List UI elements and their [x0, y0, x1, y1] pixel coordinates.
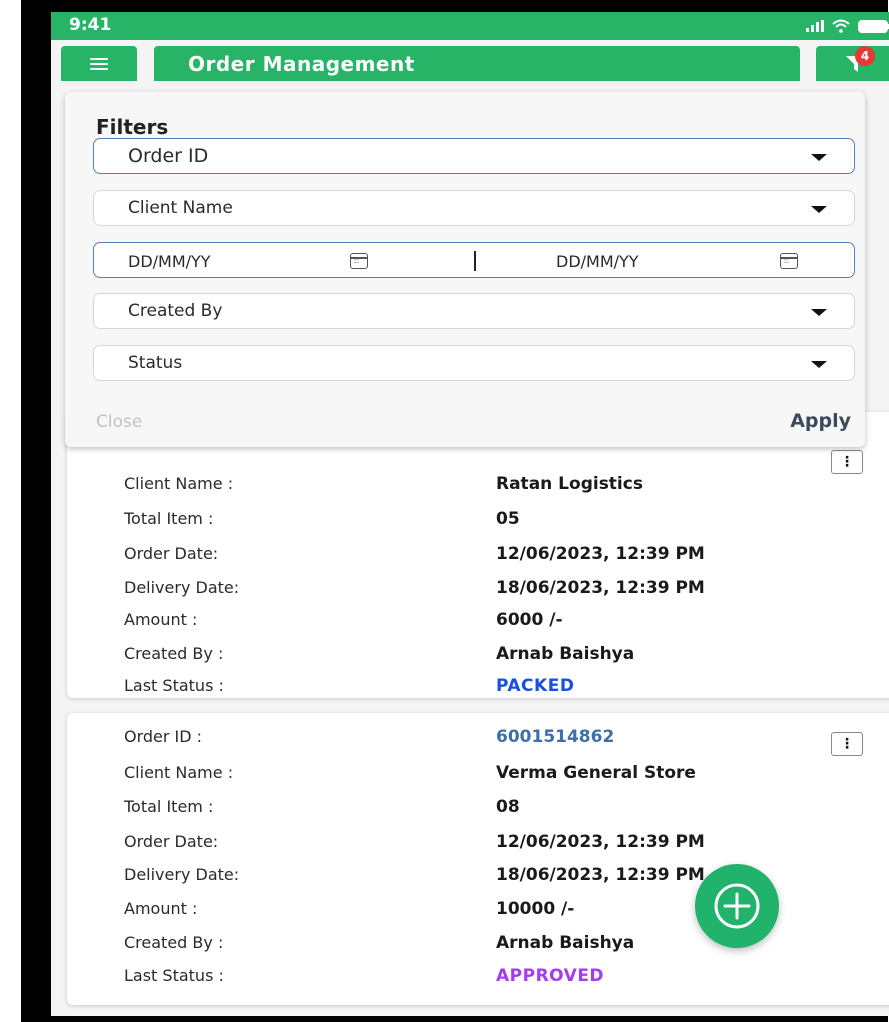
created-by-value: Arnab Baishya [496, 644, 635, 664]
order-date-value: 12/06/2023, 12:39 PM [496, 832, 705, 852]
calendar-icon[interactable] [780, 253, 798, 269]
date-to-input[interactable]: DD/MM/YY [556, 252, 639, 271]
total-item-label: Total Item : [124, 797, 214, 816]
status-time: 9:41 [69, 15, 112, 35]
add-circle-icon [714, 883, 760, 929]
apply-button[interactable]: Apply [790, 410, 851, 432]
device-frame: 9:41 Order Management 4 Filters Order ID… [21, 0, 889, 1022]
caret-down-icon [811, 361, 827, 368]
order-card[interactable]: ⋮ Order ID : 6001514862 Client Name : Ve… [67, 713, 889, 1005]
filter-count-badge: 4 [855, 46, 875, 66]
total-item-row: Total Item : 05 [124, 509, 864, 533]
wifi-icon [832, 19, 850, 33]
total-item-label: Total Item : [124, 509, 214, 528]
order-date-label: Order Date: [124, 544, 219, 563]
add-order-button[interactable] [695, 864, 779, 948]
delivery-date-label: Delivery Date: [124, 865, 240, 884]
caret-down-icon [811, 309, 827, 316]
created-by-dropdown-label: Created By [128, 301, 223, 321]
total-item-value: 08 [496, 797, 520, 817]
total-item-value: 05 [496, 509, 520, 529]
status-bar: 9:41 [51, 12, 889, 40]
date-from-input[interactable]: DD/MM/YY [128, 252, 211, 271]
created-by-dropdown[interactable]: Created By [93, 293, 855, 329]
date-range-field: DD/MM/YY DD/MM/YY [93, 242, 855, 278]
order-id-dropdown-label: Order ID [128, 145, 209, 167]
app-screen: 9:41 Order Management 4 Filters Order ID… [51, 12, 889, 1016]
amount-label: Amount : [124, 899, 198, 918]
app-header: Order Management 4 [51, 40, 889, 81]
filter-button[interactable]: 4 [816, 46, 889, 81]
client-name-value: Verma General Store [496, 763, 696, 783]
client-name-label: Client Name : [124, 763, 234, 782]
menu-button[interactable] [61, 46, 137, 81]
status-dropdown[interactable]: Status [93, 345, 855, 381]
client-name-value: Ratan Logistics [496, 474, 643, 494]
caret-down-icon [811, 154, 827, 161]
order-date-value: 12/06/2023, 12:39 PM [496, 544, 705, 564]
order-id-dropdown[interactable]: Order ID [93, 138, 855, 174]
system-icons [806, 18, 889, 34]
battery-icon [858, 19, 889, 33]
delivery-date-value: 18/06/2023, 12:39 PM [496, 578, 705, 598]
filter-heading: Filters [96, 115, 169, 139]
cellular-signal-icon [806, 20, 824, 32]
order-id-label: Order ID : [124, 727, 203, 746]
client-name-row: Client Name : Verma General Store [124, 763, 864, 787]
client-name-dropdown[interactable]: Client Name [93, 190, 855, 226]
order-card[interactable]: ⋮ Client Name : Ratan Logistics Total It… [67, 412, 889, 698]
amount-row: Amount : 6000 /- [124, 610, 864, 634]
order-id-row: Order ID : 6001514862 [124, 727, 864, 751]
amount-value: 10000 /- [496, 899, 575, 919]
last-status-label: Last Status : [124, 676, 224, 695]
amount-label: Amount : [124, 610, 198, 629]
status-badge: PACKED [496, 676, 575, 696]
last-status-row: Last Status : APPROVED [124, 966, 864, 990]
close-button[interactable]: Close [96, 412, 142, 432]
filter-panel: Filters Order ID Client Name DD/MM/YY DD… [65, 92, 865, 447]
title-bar: Order Management [154, 46, 800, 81]
created-by-label: Created By : [124, 644, 224, 663]
amount-value: 6000 /- [496, 610, 563, 630]
status-badge: APPROVED [496, 966, 605, 986]
last-status-label: Last Status : [124, 966, 224, 985]
calendar-icon[interactable] [350, 253, 368, 269]
total-item-row: Total Item : 08 [124, 797, 864, 821]
client-name-label: Client Name : [124, 474, 234, 493]
created-by-label: Created By : [124, 933, 224, 952]
page-title: Order Management [188, 51, 415, 76]
delivery-date-label: Delivery Date: [124, 578, 240, 597]
hamburger-icon [90, 57, 108, 70]
order-date-row: Order Date: 12/06/2023, 12:39 PM [124, 832, 864, 856]
date-separator [474, 251, 476, 271]
order-date-label: Order Date: [124, 832, 219, 851]
kebab-menu-icon[interactable]: ⋮ [831, 450, 863, 474]
order-id-link[interactable]: 6001514862 [496, 727, 614, 747]
delivery-date-row: Delivery Date: 18/06/2023, 12:39 PM [124, 578, 864, 602]
client-name-dropdown-label: Client Name [128, 198, 233, 218]
order-date-row: Order Date: 12/06/2023, 12:39 PM [124, 544, 864, 568]
client-name-row: Client Name : Ratan Logistics [124, 474, 864, 498]
created-by-row: Created By : Arnab Baishya [124, 644, 864, 668]
status-dropdown-label: Status [128, 353, 183, 373]
created-by-value: Arnab Baishya [496, 933, 635, 953]
delivery-date-value: 18/06/2023, 12:39 PM [496, 865, 705, 885]
caret-down-icon [811, 206, 827, 213]
last-status-row: Last Status : PACKED [124, 676, 864, 700]
